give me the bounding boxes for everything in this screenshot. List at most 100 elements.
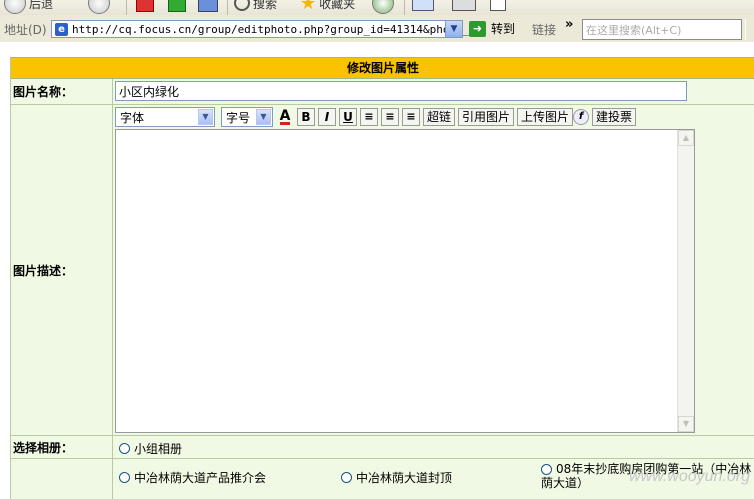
- font-color-icon: A: [279, 107, 291, 125]
- stop-icon: [136, 0, 154, 12]
- description-row: 图片描述： 字体 ▼ 字号 ▼ A B I U ≡ ≡ ≡ 超链 引用图片 上传…: [11, 105, 754, 436]
- home-button[interactable]: [198, 0, 218, 14]
- form-title: 修改图片属性: [11, 57, 754, 79]
- name-row: 图片名称： 小区内绿化: [11, 79, 754, 105]
- printer-icon: [452, 0, 476, 11]
- name-cell: 小区内绿化: [114, 79, 754, 104]
- description-textarea[interactable]: ▲ ▼: [115, 129, 695, 433]
- refresh-button[interactable]: [168, 0, 186, 14]
- toolbar-search-placeholder: 在这里搜索(Alt+C): [586, 24, 682, 37]
- font-color-button[interactable]: A: [276, 108, 294, 126]
- go-label: 转到: [491, 22, 516, 36]
- mail-icon: [412, 0, 434, 11]
- chevron-down-icon: ▼: [198, 109, 213, 125]
- favorites-label: 收藏夹: [319, 0, 356, 11]
- flash-icon: f: [578, 111, 584, 122]
- address-dropdown-button[interactable]: ▼: [445, 21, 462, 37]
- album-radio-product[interactable]: 中冶林荫大道产品推介会: [119, 469, 266, 486]
- bold-icon: B: [301, 110, 311, 124]
- search-button[interactable]: 搜索: [234, 0, 277, 14]
- font-select[interactable]: 字体 ▼: [115, 107, 215, 127]
- radio-button[interactable]: [541, 464, 552, 475]
- radio-button[interactable]: [119, 443, 130, 454]
- quote-image-button[interactable]: 引用图片: [458, 108, 515, 126]
- editor-toolbar: 字体 ▼ 字号 ▼ A B I U ≡ ≡ ≡ 超链 引用图片 上传图片 f 建…: [115, 107, 637, 127]
- address-input[interactable]: e http://cq.focus.cn/group/editphoto.php…: [51, 20, 483, 38]
- history-icon: [372, 0, 394, 14]
- photo-name-value: 小区内绿化: [119, 85, 180, 99]
- album-cell: 小组相册: [114, 436, 754, 458]
- search-icon: [234, 0, 250, 11]
- font-select-value: 字体: [120, 111, 145, 125]
- size-select[interactable]: 字号 ▼: [221, 107, 273, 127]
- link-button[interactable]: 超链: [423, 108, 456, 126]
- history-button[interactable]: [372, 0, 394, 14]
- forward-button[interactable]: [88, 0, 110, 14]
- mail-button[interactable]: [412, 0, 434, 14]
- link-label: 超链: [427, 110, 452, 124]
- star-icon: ★: [300, 0, 317, 14]
- align-left-button[interactable]: ≡: [360, 108, 378, 126]
- underline-button[interactable]: U: [339, 108, 357, 126]
- album-radio-group[interactable]: 小组相册: [119, 440, 182, 457]
- vote-button[interactable]: 建投票: [592, 108, 637, 126]
- page-icon: e: [55, 23, 68, 36]
- back-arrow-icon: [4, 0, 26, 14]
- scroll-up-icon[interactable]: ▲: [678, 130, 694, 146]
- links-label[interactable]: 链接: [532, 21, 556, 38]
- back-label: 后退: [29, 0, 54, 11]
- radio-button[interactable]: [341, 472, 352, 483]
- go-arrow-icon: ➜: [469, 20, 486, 37]
- description-cell: 字体 ▼ 字号 ▼ A B I U ≡ ≡ ≡ 超链 引用图片 上传图片 f 建…: [114, 105, 754, 435]
- album-label: 选择相册：: [11, 436, 113, 458]
- album-option-label: 小组相册: [134, 442, 183, 456]
- forward-arrow-icon: [88, 0, 110, 14]
- edit-button[interactable]: [490, 0, 506, 14]
- radio-button[interactable]: [119, 472, 130, 483]
- photo-name-input[interactable]: 小区内绿化: [115, 81, 687, 101]
- upload-image-label: 上传图片: [521, 110, 570, 124]
- align-right-icon: ≡: [406, 110, 416, 123]
- name-label: 图片名称：: [11, 79, 113, 104]
- address-label: 地址(D): [4, 23, 47, 37]
- chevron-down-icon: ▼: [256, 109, 271, 125]
- bold-button[interactable]: B: [297, 108, 315, 126]
- address-bar: 地址(D) e http://cq.focus.cn/group/editpho…: [0, 15, 754, 43]
- toolbar-search-input[interactable]: 在这里搜索(Alt+C): [582, 19, 742, 40]
- favorites-button[interactable]: ★ 收藏夹: [300, 0, 355, 14]
- italic-icon: I: [324, 110, 330, 124]
- flash-button[interactable]: f: [573, 109, 590, 125]
- address-url: http://cq.focus.cn/group/editphoto.php?g…: [72, 23, 483, 36]
- italic-button[interactable]: I: [318, 108, 336, 126]
- album-option-label: 中冶林荫大道封顶: [356, 471, 453, 485]
- toolbar-divider: [404, 0, 405, 15]
- scroll-down-icon[interactable]: ▼: [678, 416, 694, 432]
- underline-icon: U: [343, 110, 353, 124]
- edit-photo-form: 修改图片属性 图片名称： 小区内绿化 图片描述： 字体 ▼ 字号 ▼ A B I…: [10, 57, 754, 499]
- toolbar-grip[interactable]: [745, 19, 754, 40]
- back-button[interactable]: 后退: [4, 0, 53, 14]
- size-select-value: 字号: [226, 111, 251, 125]
- stop-button[interactable]: [136, 0, 154, 14]
- align-right-button[interactable]: ≡: [402, 108, 420, 126]
- align-center-button[interactable]: ≡: [381, 108, 399, 126]
- search-label: 搜索: [253, 0, 278, 11]
- chevron-right-icon[interactable]: »: [565, 17, 573, 32]
- upload-image-button[interactable]: 上传图片: [517, 108, 574, 126]
- album-option-label: 中冶林荫大道产品推介会: [134, 471, 267, 485]
- align-center-icon: ≡: [385, 110, 395, 123]
- go-button[interactable]: ➜ 转到: [469, 20, 515, 37]
- browser-toolbar: 后退 搜索 ★ 收藏夹: [0, 0, 754, 15]
- album-row: 选择相册： 小组相册: [11, 436, 754, 459]
- document-icon: [490, 0, 506, 11]
- description-label: 图片描述：: [11, 105, 113, 435]
- album-label-empty: [11, 459, 113, 499]
- textarea-scrollbar[interactable]: ▲ ▼: [677, 130, 694, 432]
- align-left-icon: ≡: [364, 110, 374, 123]
- home-icon: [198, 0, 218, 12]
- print-button[interactable]: [452, 0, 476, 14]
- toolbar-divider: [227, 0, 228, 15]
- album-radio-topping[interactable]: 中冶林荫大道封顶: [341, 469, 452, 486]
- refresh-icon: [168, 0, 186, 12]
- watermark: www.wooyun.org: [629, 468, 750, 485]
